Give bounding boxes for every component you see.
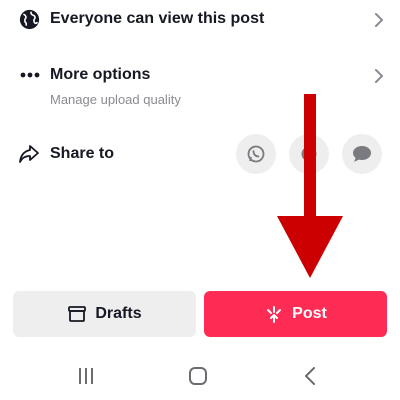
share-whatsapp-button[interactable] — [236, 134, 276, 174]
sparkle-upload-icon — [267, 306, 282, 323]
more-dots-icon — [20, 72, 40, 78]
post-button[interactable]: Post — [204, 291, 387, 337]
chevron-right-icon — [375, 69, 383, 83]
drafts-box-icon — [68, 306, 87, 322]
visibility-label: Everyone can view this post — [50, 10, 265, 27]
drafts-label: Drafts — [95, 305, 142, 322]
whatsapp-icon — [247, 145, 265, 163]
more-options-label: More options — [50, 66, 151, 83]
recent-apps-icon[interactable] — [76, 367, 96, 385]
down-arrow-annotation — [277, 94, 343, 278]
share-message-button[interactable] — [342, 134, 382, 174]
drafts-button[interactable]: Drafts — [13, 291, 196, 337]
visibility-row[interactable]: Everyone can view this post — [0, 0, 400, 42]
system-nav-bar — [0, 348, 400, 400]
back-icon[interactable] — [302, 366, 318, 386]
chevron-right-icon — [375, 13, 383, 27]
message-icon — [353, 146, 371, 162]
share-arrow-icon — [19, 145, 39, 163]
share-label: Share to — [50, 145, 115, 162]
post-label: Post — [292, 305, 327, 322]
globe-icon — [19, 9, 40, 30]
more-options-sublabel: Manage upload quality — [50, 92, 181, 107]
home-icon[interactable] — [188, 366, 208, 386]
